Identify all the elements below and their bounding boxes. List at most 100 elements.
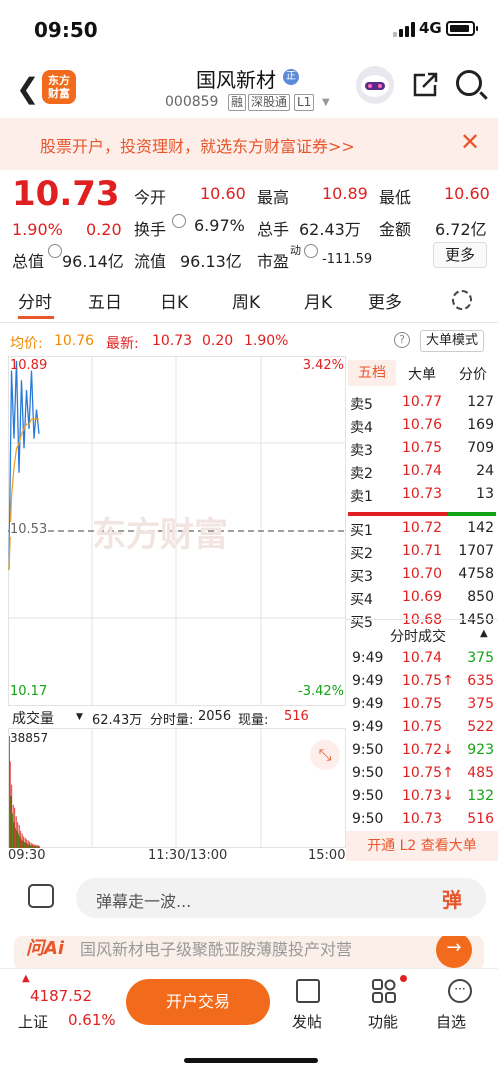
arrow-right-icon[interactable]: → [436, 936, 472, 968]
ai-news-banner[interactable]: 问Ai 国风新材电子级聚酰亚胺薄膜投产对营 → [14, 936, 484, 970]
tick-volume: 522 [467, 719, 494, 735]
open-label: 今开 [134, 188, 167, 207]
index-up-arrow-icon: ▲ [22, 973, 30, 984]
app-logo[interactable]: 东方 财富 [42, 70, 76, 104]
tick-row: 9:50 10.73 516 [346, 809, 498, 832]
level-label: 卖4 [350, 420, 373, 436]
pe-type: 动 [290, 244, 301, 257]
bid-row[interactable]: 买2 10.71 1707 [346, 541, 498, 564]
stock-code: 000859 [165, 94, 219, 110]
l2-upgrade-button[interactable]: 开通 L2 查看大单 [346, 831, 498, 861]
tab-more[interactable]: 更多 [368, 288, 402, 313]
danmaku-bar: 弹幕走一波... 弹 [0, 868, 498, 928]
tick-price: 10.75 [402, 719, 443, 735]
robot-avatar-icon[interactable] [356, 66, 394, 104]
price-summary-row: 均价: 10.76 最新: 10.73 0.20 1.90% ? 大单模式 [0, 324, 498, 356]
info-icon[interactable] [304, 244, 318, 258]
search-icon[interactable] [456, 70, 482, 96]
ticks-title: 分时成交 [390, 629, 446, 645]
ask-row[interactable]: 卖1 10.73 13 [346, 484, 498, 507]
level-label: 卖3 [350, 443, 373, 459]
tab-five-level[interactable]: 五档 [348, 360, 396, 386]
post-label[interactable]: 发帖 [292, 1011, 322, 1032]
info-icon[interactable] [172, 214, 186, 228]
big-order-mode-button[interactable]: 大单模式 [420, 330, 485, 352]
ask-row[interactable]: 卖3 10.75 709 [346, 438, 498, 461]
caret-down-icon[interactable]: ▼ [76, 712, 83, 722]
level-label: 买1 [350, 523, 373, 539]
tab-big-order[interactable]: 大单 [400, 364, 444, 384]
share-icon[interactable] [411, 71, 439, 106]
promo-text[interactable]: 股票开户，投资理财，就选东方财富证券>> [40, 133, 355, 157]
tab-weekly-k[interactable]: 周K [232, 288, 260, 313]
help-icon[interactable]: ? [394, 332, 410, 348]
bid-row[interactable]: 买3 10.70 4758 [346, 564, 498, 587]
close-icon[interactable]: ✕ [460, 128, 480, 156]
chevron-down-icon[interactable]: ▼ [322, 97, 330, 108]
low-value: 10.60 [444, 184, 490, 203]
ask-row[interactable]: 卖5 10.77 127 [346, 392, 498, 415]
signal-icon [393, 22, 415, 37]
chart-tabs: 分时 五日 日K 周K 月K 更多 [0, 284, 498, 320]
info-icon[interactable] [48, 244, 62, 258]
ai-news-text: 国风新材电子级聚酰亚胺薄膜投产对营 [80, 940, 353, 959]
promo-banner[interactable]: 股票开户，投资理财，就选东方财富证券>> ✕ [0, 118, 498, 170]
bid-row[interactable]: 买1 10.72 142 [346, 518, 498, 541]
intraday-chart[interactable]: 东方财富 10.89 3.42% 10.53 10.17 -3.42% [8, 356, 346, 706]
level-label: 买4 [350, 592, 373, 608]
order-book: 五档 大单 分价 卖5 10.77 127 卖4 10.76 169 卖3 10.75 709 卖… [346, 356, 498, 861]
stock-name: 国风新材 [196, 68, 276, 92]
ask-row[interactable]: 卖2 10.74 24 [346, 461, 498, 484]
watermark: 东方财富 [92, 515, 228, 555]
avg-value: 10.76 [54, 333, 95, 349]
quote-panel: 10.73 1.90% 0.20 今开 10.60 最高 10.89 最低 10… [0, 170, 498, 276]
volume-chart[interactable]: 38857 ⤡ [8, 728, 346, 848]
function-label[interactable]: 功能 [368, 1011, 398, 1032]
tab-daily-k[interactable]: 日K [160, 288, 188, 313]
level-price: 10.75 [402, 440, 443, 456]
grid-icon[interactable] [372, 979, 396, 1003]
more-button[interactable]: 更多 [433, 242, 487, 268]
tick-time: 9:49 [352, 719, 384, 735]
pe-value: -111.59 [322, 252, 373, 267]
expand-icon[interactable]: ⤡ [310, 740, 340, 770]
tab-monthly-k[interactable]: 月K [304, 288, 332, 313]
logo-line1: 东方 [48, 74, 70, 87]
level-volume: 850 [467, 589, 494, 605]
y-min-pct-label: -3.42% [298, 684, 344, 699]
official-badge-icon: 正 [283, 69, 299, 85]
back-icon[interactable]: ❮ [16, 72, 39, 105]
amount-value: 6.72亿 [435, 220, 487, 239]
tick-volume: 485 [467, 765, 494, 781]
danmaku-toggle-icon[interactable]: 弹 [442, 884, 462, 913]
index-percent[interactable]: 0.61% [68, 1011, 116, 1029]
tab-five-day[interactable]: 五日 [88, 288, 122, 313]
float-value: 96.13亿 [180, 252, 242, 271]
level-label: 买3 [350, 569, 373, 585]
turnover-label: 换手 [134, 220, 167, 239]
index-name[interactable]: 上证 [18, 1011, 48, 1032]
tab-price-distribution[interactable]: 分价 [450, 364, 496, 384]
chevron-up-icon[interactable]: ▲ [480, 628, 488, 639]
volume-label[interactable]: 成交量 [12, 708, 54, 728]
message-settings-icon[interactable] [28, 884, 54, 908]
favorites-label[interactable]: 自选 [436, 1011, 466, 1032]
edit-icon[interactable] [296, 979, 320, 1003]
tick-volume: 635 [467, 673, 494, 689]
ask-row[interactable]: 卖4 10.76 169 [346, 415, 498, 438]
tab-intraday[interactable]: 分时 [18, 288, 52, 313]
time-axis: 09:30 11:30/13:00 15:00 [8, 848, 346, 864]
level-volume: 24 [476, 463, 494, 479]
trade-button[interactable]: 开户交易 [126, 979, 270, 1025]
now-volume-label: 现量: [238, 709, 268, 728]
tick-time: 9:49 [352, 673, 384, 689]
tick-time: 9:49 [352, 696, 384, 712]
level-label: 卖1 [350, 489, 373, 505]
tick-volume: 516 [467, 811, 494, 827]
index-value[interactable]: 4187.52 [30, 987, 92, 1005]
danmaku-input[interactable]: 弹幕走一波... 弹 [76, 878, 486, 918]
gear-icon[interactable] [452, 290, 472, 310]
tick-time: 9:50 [352, 765, 384, 781]
more-dots-icon[interactable]: ··· [448, 979, 472, 1003]
bid-row[interactable]: 买4 10.69 850 [346, 587, 498, 610]
